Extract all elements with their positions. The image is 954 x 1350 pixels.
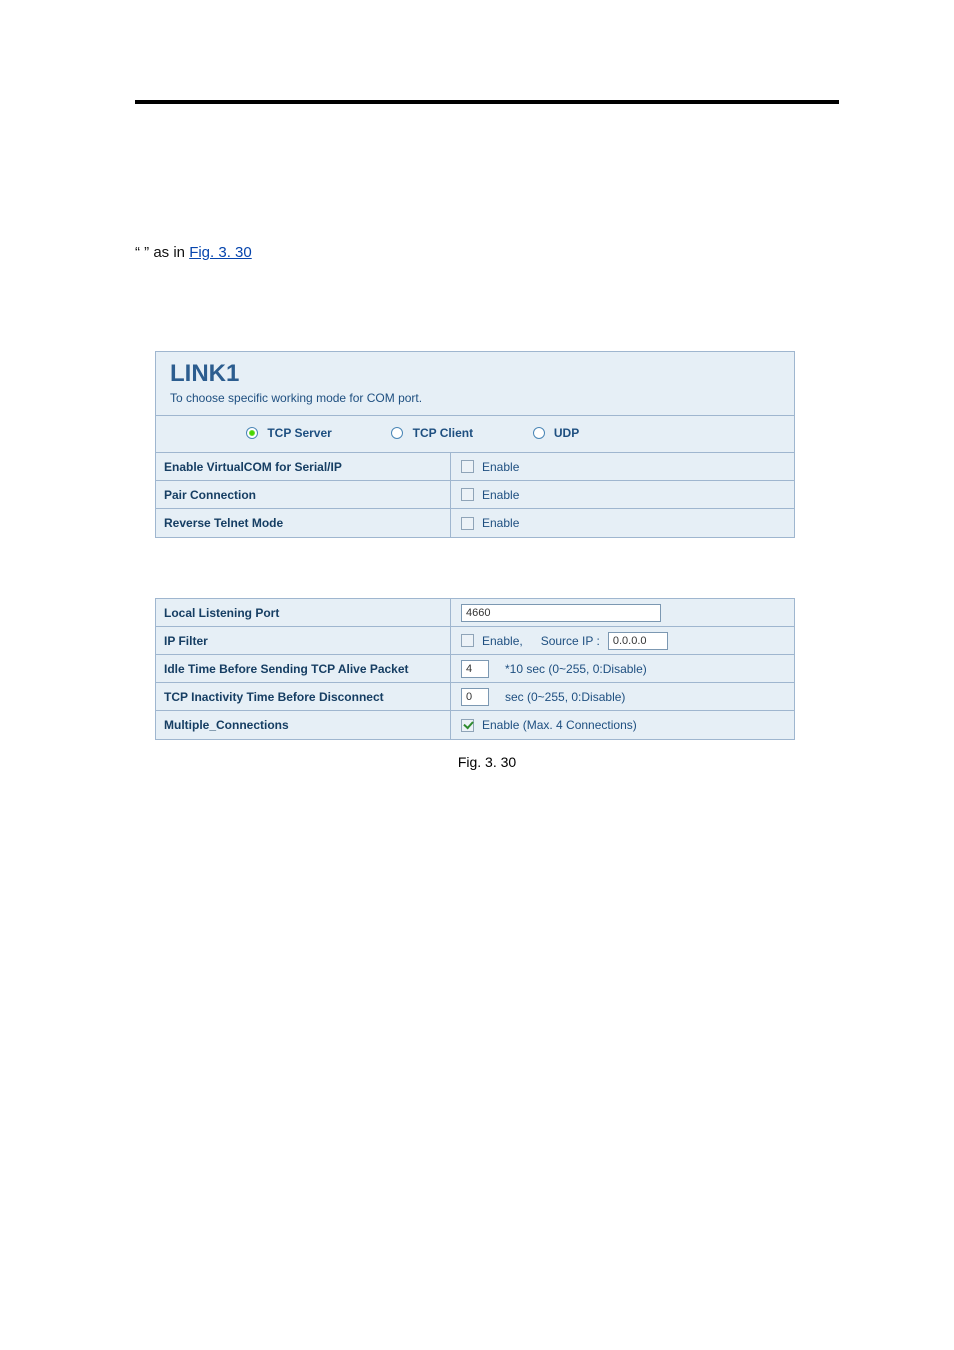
row-inactivity: TCP Inactivity Time Before Disconnect 0 … bbox=[156, 683, 794, 711]
row-label: Enable VirtualCOM for Serial/IP bbox=[156, 453, 451, 480]
radio-icon bbox=[391, 427, 403, 439]
top-rule bbox=[135, 100, 839, 104]
enable-text: Enable bbox=[482, 516, 519, 530]
row-idle-alive: Idle Time Before Sending TCP Alive Packe… bbox=[156, 655, 794, 683]
idle-alive-input[interactable]: 4 bbox=[461, 660, 489, 678]
panel-subtitle: To choose specific working mode for COM … bbox=[170, 391, 780, 405]
fig-link[interactable]: Fig. 3. 30 bbox=[189, 244, 252, 261]
mode-row: TCP Server TCP Client UDP bbox=[156, 416, 794, 453]
row-pair-connection: Pair Connection Enable bbox=[156, 481, 794, 509]
row-label: Idle Time Before Sending TCP Alive Packe… bbox=[156, 655, 451, 682]
row-local-port: Local Listening Port 4660 bbox=[156, 599, 794, 627]
row-virtualcom: Enable VirtualCOM for Serial/IP Enable bbox=[156, 453, 794, 481]
source-ip-input[interactable]: 0.0.0.0 bbox=[608, 632, 668, 650]
row-reverse-telnet: Reverse Telnet Mode Enable bbox=[156, 509, 794, 537]
ipfilter-checkbox[interactable] bbox=[461, 634, 474, 647]
enable-text: Enable bbox=[482, 488, 519, 502]
row-label: Reverse Telnet Mode bbox=[156, 509, 451, 537]
virtualcom-checkbox[interactable] bbox=[461, 460, 474, 473]
figure-caption: Fig. 3. 30 bbox=[135, 754, 839, 770]
source-ip-label: Source IP : bbox=[541, 634, 600, 648]
row-label: IP Filter bbox=[156, 627, 451, 654]
enable-text: Enable (Max. 4 Connections) bbox=[482, 718, 637, 732]
local-port-input[interactable]: 4660 bbox=[461, 604, 661, 622]
quote-close-text: ” as in bbox=[144, 244, 189, 261]
row-label: Pair Connection bbox=[156, 481, 451, 508]
reverse-telnet-checkbox[interactable] bbox=[461, 517, 474, 530]
row-label: Multiple_Connections bbox=[156, 711, 451, 739]
row-label: TCP Inactivity Time Before Disconnect bbox=[156, 683, 451, 710]
enable-text: Enable bbox=[482, 460, 519, 474]
mode-label: TCP Client bbox=[413, 426, 473, 440]
inactivity-input[interactable]: 0 bbox=[461, 688, 489, 706]
panel-title: LINK1 bbox=[170, 360, 780, 388]
mode-label: UDP bbox=[554, 426, 579, 440]
link1-panel-bottom: Local Listening Port 4660 IP Filter Enab… bbox=[155, 598, 795, 740]
row-label: Local Listening Port bbox=[156, 599, 451, 626]
mode-tcp-client[interactable]: TCP Client bbox=[391, 426, 473, 440]
radio-icon bbox=[533, 427, 545, 439]
row-multi-conn: Multiple_Connections Enable (Max. 4 Conn… bbox=[156, 711, 794, 739]
multiconn-checkbox[interactable] bbox=[461, 719, 474, 732]
pair-checkbox[interactable] bbox=[461, 488, 474, 501]
mode-tcp-server[interactable]: TCP Server bbox=[246, 426, 332, 440]
link1-panel-top: LINK1 To choose specific working mode fo… bbox=[155, 351, 795, 538]
row-ip-filter: IP Filter Enable, Source IP : 0.0.0.0 bbox=[156, 627, 794, 655]
unit-text: *10 sec (0~255, 0:Disable) bbox=[505, 662, 647, 676]
panel-head: LINK1 To choose specific working mode fo… bbox=[156, 352, 794, 416]
unit-text: sec (0~255, 0:Disable) bbox=[505, 690, 625, 704]
enable-text: Enable, bbox=[482, 634, 523, 648]
quote-open: “ bbox=[135, 244, 140, 261]
mode-udp[interactable]: UDP bbox=[533, 426, 580, 440]
intro-line: “ ” as in Fig. 3. 30 bbox=[135, 244, 839, 261]
mode-label: TCP Server bbox=[267, 426, 331, 440]
radio-icon bbox=[246, 427, 258, 439]
